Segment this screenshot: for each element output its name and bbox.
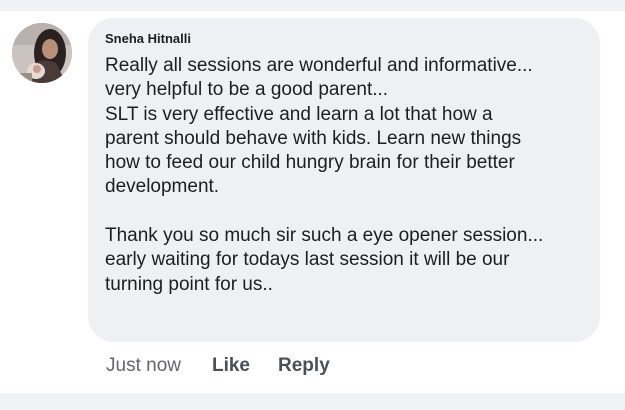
comment-bubble: Sneha Hitnalli Really all sessions are w…: [88, 18, 600, 342]
comment-author[interactable]: Sneha Hitnalli: [105, 30, 584, 48]
like-button[interactable]: Like: [212, 355, 250, 377]
comment-card: Sneha Hitnalli Really all sessions are w…: [0, 11, 625, 393]
avatar[interactable]: [12, 23, 72, 83]
comment-text-line: parent should behave with kids. Learn ne…: [105, 127, 522, 149]
comment-timestamp[interactable]: Just now: [106, 355, 181, 377]
comment-text-line: turning point for us..: [105, 273, 273, 295]
profile-photo-icon: [12, 23, 72, 83]
reply-button[interactable]: Reply: [278, 355, 330, 377]
comment-text-line: Really all sessions are wonderful and in…: [105, 55, 533, 76]
comment-text-line: development.: [105, 176, 220, 198]
comment-text-line: SLT is very effective and learn a lot th…: [105, 103, 493, 125]
comment-actions: Just now Like Reply: [106, 354, 358, 378]
comment-text-line: early waiting for todays last session it…: [105, 249, 510, 271]
comment-text-line: how to feed our child hungry brain for t…: [105, 152, 515, 174]
comment-text-line: Thank you so much sir such a eye opener …: [105, 225, 544, 247]
comment-text-line: very helpful to be a good parent...: [105, 79, 389, 101]
